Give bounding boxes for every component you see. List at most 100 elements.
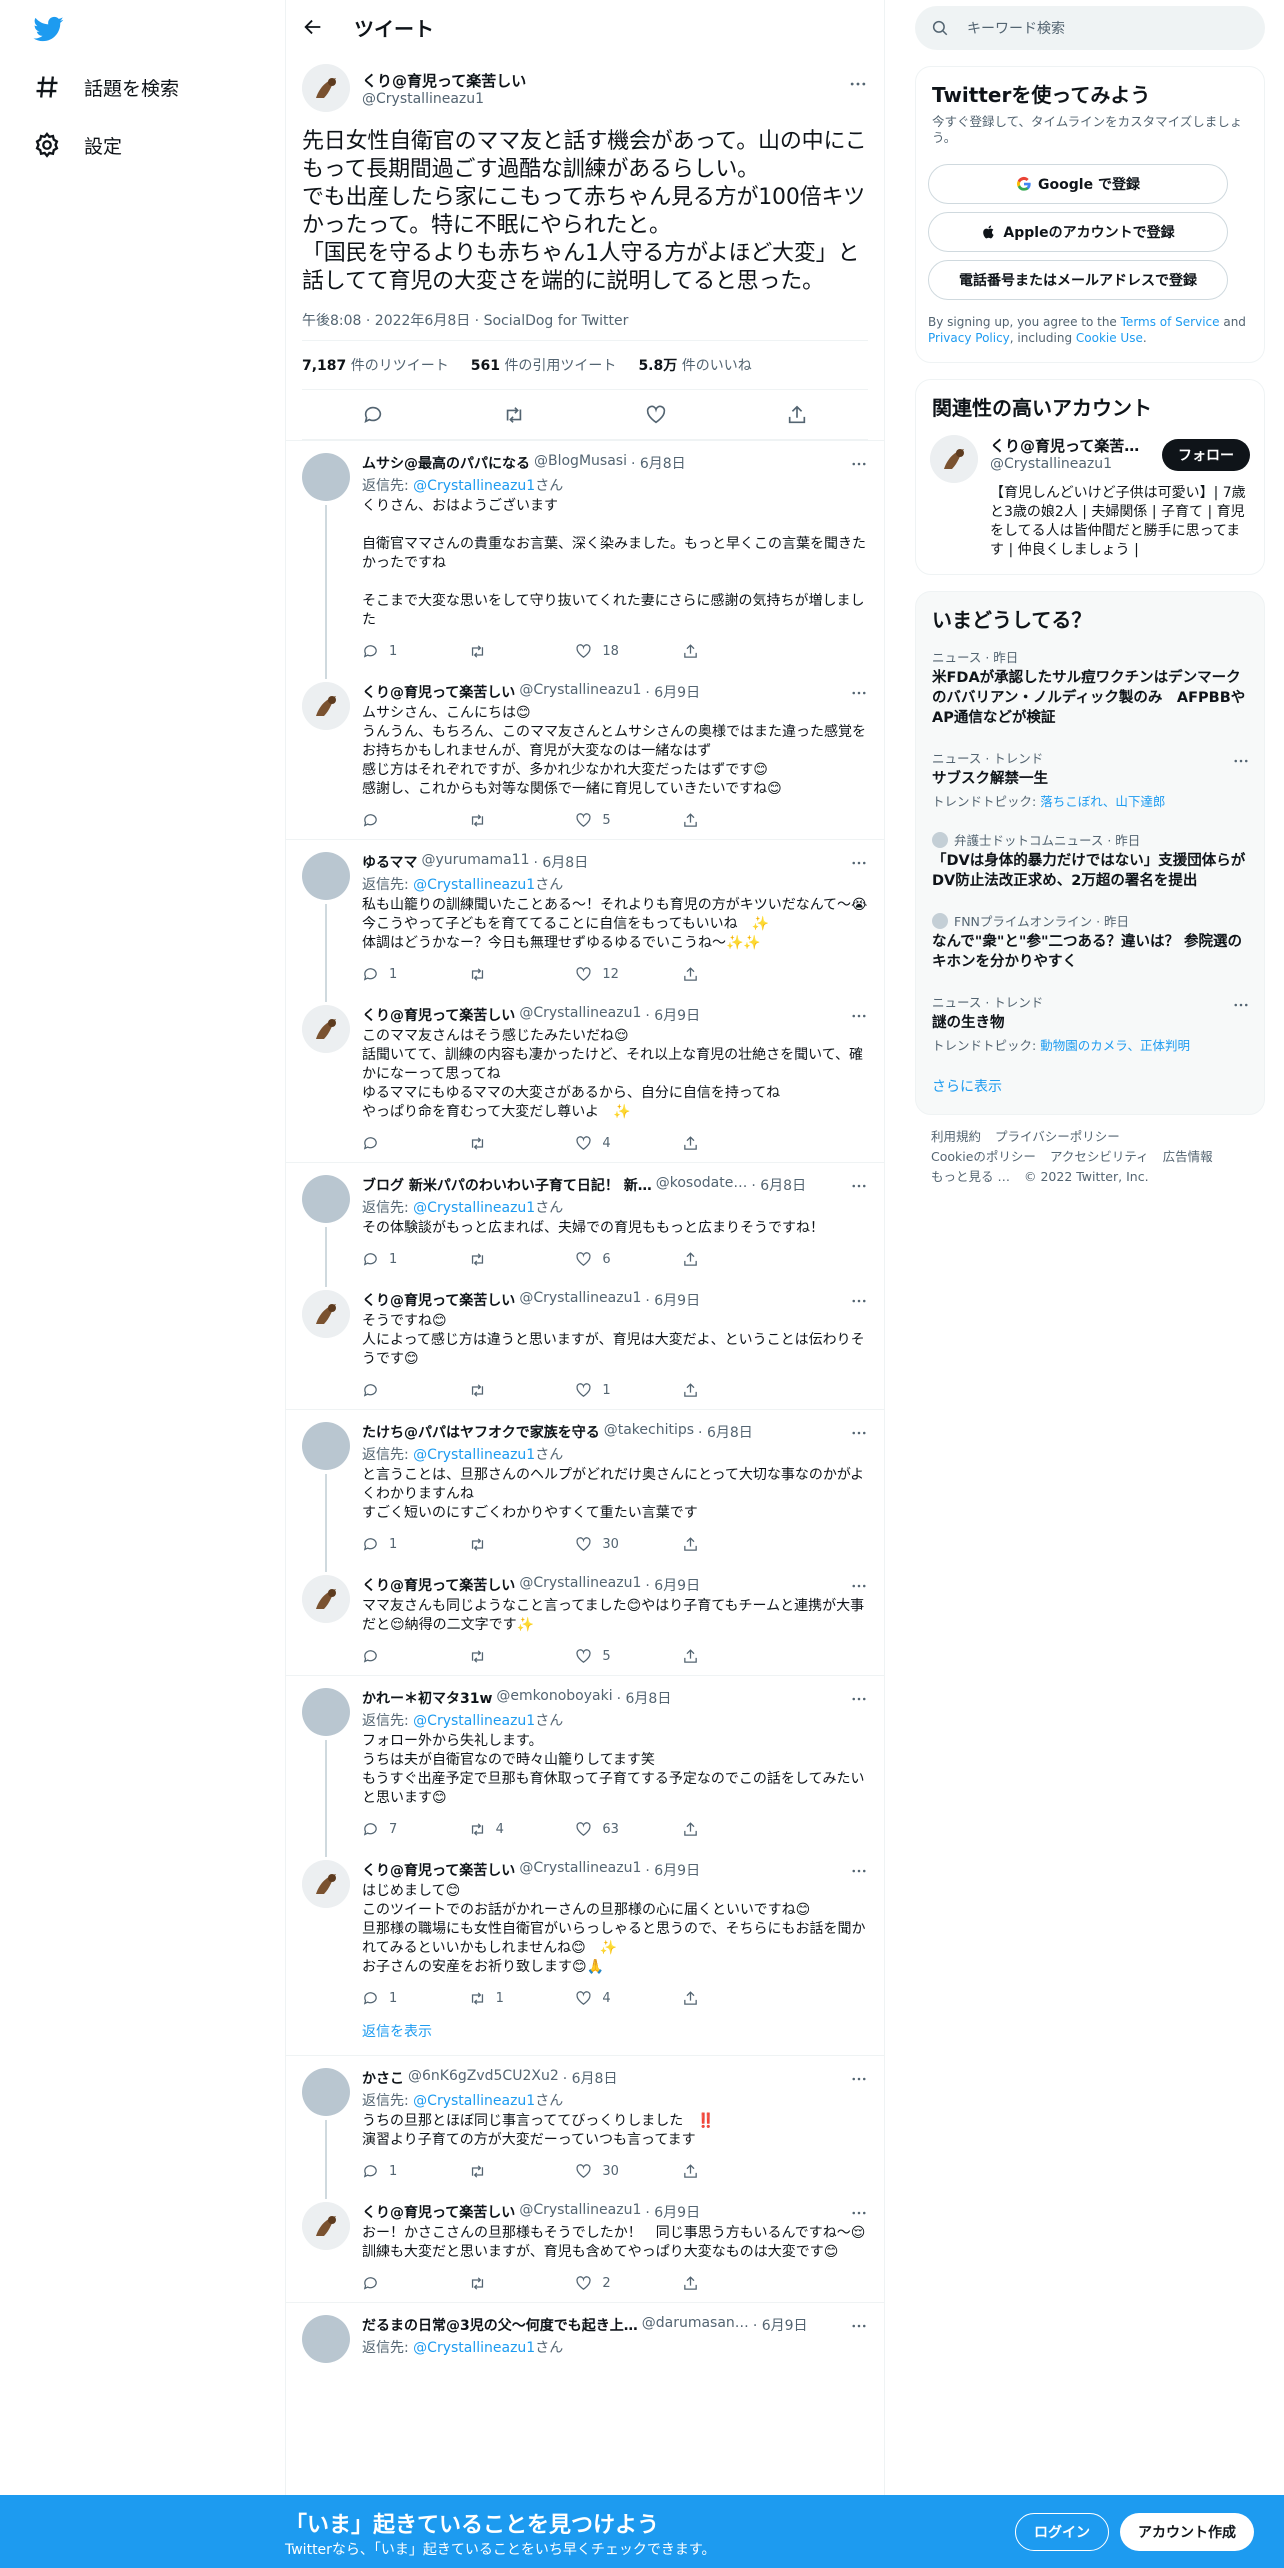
reply-button[interactable]: 1 — [362, 2163, 462, 2180]
trend-topic-link[interactable]: 動物園のカメラ、正体判明 — [1040, 1038, 1190, 1053]
reply-to-link[interactable]: @Crystallineazu1 — [413, 1447, 535, 1463]
share-icon[interactable] — [786, 404, 808, 426]
like-count[interactable]: 5.8万 件のいいね — [638, 355, 751, 375]
retweet-button[interactable] — [469, 1536, 569, 1553]
reply-display-name[interactable]: たけち@パパはヤフオクで家族を守る — [362, 1422, 600, 1442]
twitter-logo-icon[interactable] — [31, 14, 67, 44]
reply-date[interactable]: · 6月9日 — [645, 2202, 700, 2222]
footer-link[interactable]: 利用規約 — [931, 1129, 981, 1144]
reply-username[interactable]: @Crystallineazu1 — [519, 1290, 641, 1310]
retweet-button[interactable] — [469, 2163, 569, 2180]
reply-username[interactable]: @Crystallineazu1 — [519, 1575, 641, 1595]
avatar[interactable] — [302, 1175, 350, 1223]
reply-display-name[interactable]: かれー＊初マタ31w — [362, 1688, 492, 1708]
phone-email-signup-button[interactable]: 電話番号またはメールアドレスで登録 — [928, 260, 1228, 300]
back-arrow-icon[interactable] — [302, 16, 324, 38]
like-button[interactable]: 12 — [575, 966, 675, 983]
reply-date[interactable]: · 6月8日 — [751, 1175, 806, 1195]
more-options-icon[interactable] — [850, 2204, 868, 2222]
author-display-name[interactable]: くり@育児って楽苦しい — [362, 70, 526, 91]
footer-link[interactable]: もっと見る … — [931, 1169, 1010, 1184]
reply-date[interactable]: · 6月8日 — [631, 453, 686, 473]
reply-display-name[interactable]: かさこ — [362, 2068, 404, 2088]
like-button[interactable]: 63 — [575, 1821, 675, 1838]
reply-tweet[interactable]: くり@育児って楽苦しい @Crystallineazu1 · 6月9日 はじめまして😊… — [286, 1848, 884, 2017]
reply-icon[interactable] — [362, 404, 384, 426]
reply-date[interactable]: · 6月9日 — [645, 1005, 700, 1025]
reply-tweet[interactable]: くり@育児って楽苦しい @Crystallineazu1 · 6月9日 おー！かさこさ… — [286, 2190, 884, 2302]
reply-button[interactable] — [362, 2275, 462, 2292]
reply-display-name[interactable]: くり@育児って楽苦しい — [362, 1290, 515, 1310]
terms-link[interactable]: Terms of Service — [1121, 315, 1220, 329]
reply-button[interactable]: 1 — [362, 643, 462, 660]
related-account[interactable]: くり@育児って楽苦… @Crystallineazu1 【育児しんどいけど子供は… — [916, 425, 1264, 574]
reply-username[interactable]: @Crystallineazu1 — [519, 1860, 641, 1880]
more-options-icon[interactable] — [850, 1862, 868, 1880]
reply-display-name[interactable]: ブログ 新米パパのわいわい子育て日記！ 新… — [362, 1175, 652, 1195]
reply-date[interactable]: · 6月9日 — [645, 1575, 700, 1595]
reply-tweet[interactable]: くり@育児って楽苦しい @Crystallineazu1 · 6月9日 ムサシさん、こ… — [286, 670, 884, 839]
search-input[interactable]: キーワード検索 — [915, 6, 1265, 50]
trend-topic-link[interactable]: 落ちこぼれ、山下達郎 — [1040, 794, 1165, 809]
reply-date[interactable]: · 6月9日 — [645, 1290, 700, 1310]
avatar[interactable] — [302, 852, 350, 900]
avatar[interactable] — [302, 1575, 350, 1623]
trends-show-more[interactable]: さらに表示 — [916, 1064, 1264, 1114]
retweet-button[interactable] — [469, 812, 569, 829]
avatar[interactable] — [930, 435, 978, 483]
reply-date[interactable]: · 6月9日 — [645, 682, 700, 702]
nav-settings[interactable]: 設定 — [33, 125, 122, 165]
reply-tweet[interactable]: ムサシ@最高のパパになる @BlogMusasi · 6月8日 返信先: @Cryst… — [286, 440, 884, 679]
reply-username[interactable]: @Crystallineazu1 — [519, 2202, 641, 2222]
more-options-icon[interactable] — [1232, 996, 1250, 1014]
more-options-icon[interactable] — [850, 1690, 868, 1708]
reply-username[interactable]: @Crystallineazu1 — [519, 1005, 641, 1025]
reply-date[interactable]: · 6月8日 — [534, 852, 589, 872]
retweet-icon[interactable] — [503, 404, 525, 426]
share-button[interactable] — [682, 2163, 782, 2180]
more-options-icon[interactable] — [1232, 752, 1250, 770]
related-display-name[interactable]: くり@育児って楽苦… — [990, 435, 1140, 456]
reply-button[interactable] — [362, 1135, 462, 1152]
like-icon[interactable] — [645, 404, 667, 426]
share-button[interactable] — [682, 1382, 782, 1399]
more-options-icon[interactable] — [850, 455, 868, 473]
more-options-icon[interactable] — [850, 854, 868, 872]
like-button[interactable]: 30 — [575, 1536, 675, 1553]
reply-display-name[interactable]: くり@育児って楽苦しい — [362, 1860, 515, 1880]
like-button[interactable]: 1 — [575, 1382, 675, 1399]
reply-tweet[interactable]: かさこ @6nK6gZvd5CU2Xu2 · 6月8日 返信先: @Crystalli… — [286, 2055, 884, 2199]
avatar[interactable] — [302, 1422, 350, 1470]
privacy-link[interactable]: Privacy Policy — [928, 331, 1010, 345]
follow-button[interactable]: フォロー — [1162, 439, 1250, 471]
share-button[interactable] — [682, 1990, 782, 2007]
like-button[interactable]: 4 — [575, 1990, 675, 2007]
reply-tweet[interactable]: かれー＊初マタ31w @emkonoboyaki · 6月8日 返信先: @Cryst… — [286, 1675, 884, 1857]
reply-tweet[interactable]: ゆるママ @yurumama11 · 6月8日 返信先: @Crystallineaz… — [286, 839, 884, 1002]
google-signup-button[interactable]: Google で登録 — [928, 164, 1228, 204]
reply-tweet[interactable]: ブログ 新米パパのわいわい子育て日記！ 新… @kosodate… · 6月8日 返信… — [286, 1162, 884, 1287]
more-options-icon[interactable] — [848, 74, 868, 94]
quote-count[interactable]: 561 件の引用ツイート — [471, 355, 617, 375]
avatar[interactable] — [302, 453, 350, 501]
reply-username[interactable]: @6nK6gZvd5CU2Xu2 — [408, 2068, 559, 2088]
retweet-button[interactable] — [469, 966, 569, 983]
reply-date[interactable]: · 6月8日 — [698, 1422, 753, 1442]
retweet-button[interactable]: 4 — [469, 1821, 569, 1838]
reply-button[interactable] — [362, 812, 462, 829]
cookie-link[interactable]: Cookie Use — [1076, 331, 1143, 345]
avatar[interactable] — [302, 64, 350, 112]
retweet-button[interactable] — [469, 1648, 569, 1665]
tweet-timestamp[interactable]: 午後8:08 · 2022年6月8日 · SocialDog for Twitt… — [302, 310, 868, 340]
retweet-button[interactable] — [469, 643, 569, 660]
share-button[interactable] — [682, 1821, 782, 1838]
reply-username[interactable]: @emkonoboyaki — [496, 1688, 612, 1708]
reply-display-name[interactable]: だるまの日常@3児の父～何度でも起き上… — [362, 2315, 638, 2335]
share-button[interactable] — [682, 643, 782, 660]
more-options-icon[interactable] — [850, 1007, 868, 1025]
like-button[interactable]: 5 — [575, 812, 675, 829]
reply-to-link[interactable]: @Crystallineazu1 — [413, 2340, 535, 2356]
footer-link[interactable]: 広告情報 — [1163, 1149, 1213, 1164]
retweet-button[interactable] — [469, 1382, 569, 1399]
like-button[interactable]: 5 — [575, 1648, 675, 1665]
